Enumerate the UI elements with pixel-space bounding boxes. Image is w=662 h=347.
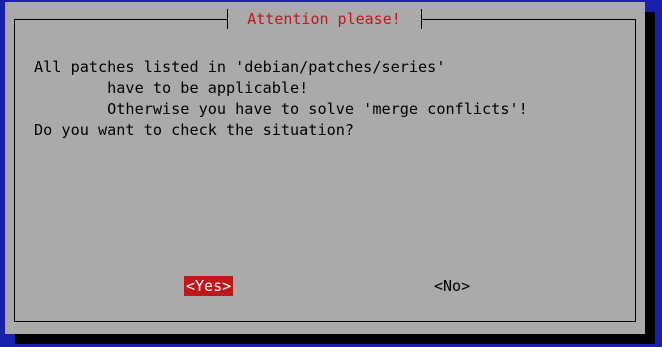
- dialog-shadow-right: [645, 12, 655, 344]
- dialog-message: All patches listed in 'debian/patches/se…: [34, 57, 528, 141]
- message-line: Otherwise you have to solve 'merge confl…: [34, 100, 528, 118]
- message-line: All patches listed in 'debian/patches/se…: [34, 58, 446, 76]
- frame-line-bottom: [14, 321, 636, 322]
- message-line: Do you want to check the situation?: [34, 121, 355, 139]
- title-tee-right: [421, 9, 422, 29]
- message-line: have to be applicable!: [34, 79, 309, 97]
- dialog-title: Attention please!: [247, 10, 401, 28]
- dialog-shadow-bottom: [15, 334, 655, 344]
- yes-button[interactable]: <Yes>: [184, 276, 234, 296]
- frame-line-top-right: [421, 19, 635, 20]
- frame-line-right: [635, 19, 636, 321]
- dialog-box: [5, 2, 645, 334]
- title-tee-left: [227, 9, 228, 29]
- frame-line-top-left: [14, 19, 227, 20]
- no-button[interactable]: <No>: [434, 276, 470, 296]
- frame-line-left: [14, 19, 15, 321]
